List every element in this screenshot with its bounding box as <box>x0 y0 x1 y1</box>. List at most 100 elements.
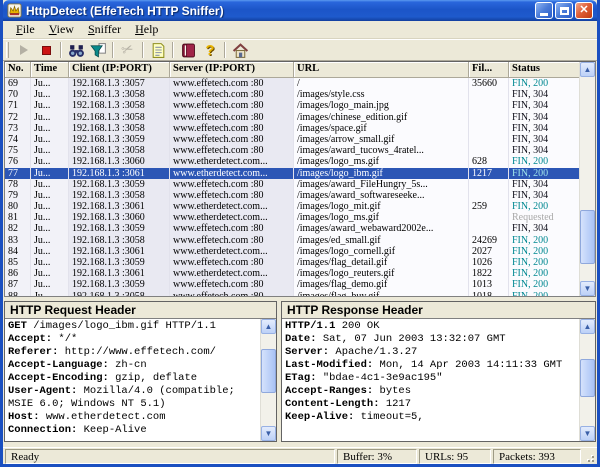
cell-status: FIN, 304 <box>509 100 579 111</box>
column-header-client[interactable]: Client (IP:PORT) <box>69 62 170 78</box>
cell-client: 192.168.1.3 :3061 <box>69 246 170 257</box>
response-panel-title: HTTP Response Header <box>282 302 595 319</box>
cell-file: 24269 <box>469 235 509 246</box>
find-icon <box>68 42 85 59</box>
table-row[interactable]: 75Ju...192.168.1.3 :3058www.effetech.com… <box>5 145 595 156</box>
scroll-down-arrow-icon[interactable]: ▼ <box>580 426 595 441</box>
cell-server: www.etherdetect.com... <box>170 268 294 279</box>
titlebar[interactable]: HttpDetect (EffeTech HTTP Sniffer) ✕ <box>3 0 597 21</box>
maximize-button[interactable] <box>555 2 573 19</box>
cell-client: 192.168.1.3 :3058 <box>69 291 170 297</box>
cell-file <box>469 112 509 123</box>
table-row[interactable]: 86Ju...192.168.1.3 :3061www.etherdetect.… <box>5 268 595 279</box>
cell-no: 82 <box>5 223 31 234</box>
response-vertical-scrollbar[interactable]: ▲ ▼ <box>579 319 595 441</box>
table-row[interactable]: 88Ju...192.168.1.3 :3058www.effetech.com… <box>5 291 595 297</box>
scroll-up-arrow-icon[interactable]: ▲ <box>580 319 595 334</box>
filter-button[interactable] <box>87 40 109 60</box>
cut-button[interactable]: ✂ <box>117 40 139 60</box>
table-row[interactable]: 82Ju...192.168.1.3 :3059www.effetech.com… <box>5 223 595 234</box>
table-row[interactable]: 87Ju...192.168.1.3 :3059www.effetech.com… <box>5 279 595 290</box>
column-header-filesize[interactable]: Fil... <box>469 62 509 78</box>
table-scroll-thumb[interactable] <box>580 210 595 264</box>
table-row[interactable]: 85Ju...192.168.1.3 :3059www.effetech.com… <box>5 257 595 268</box>
table-row[interactable]: 77Ju...192.168.1.3 :3061www.etherdetect.… <box>5 168 595 179</box>
status-urls: URLs: 95 <box>419 449 491 464</box>
request-vertical-scrollbar[interactable]: ▲ ▼ <box>260 319 276 441</box>
cell-url: /images/logo_main.jpg <box>294 100 469 111</box>
column-header-status[interactable]: Status <box>509 62 579 78</box>
cell-server: www.effetech.com :80 <box>170 89 294 100</box>
cell-status: FIN, 200 <box>509 201 579 212</box>
cell-status: FIN, 304 <box>509 179 579 190</box>
table-row[interactable]: 81Ju...192.168.1.3 :3060www.etherdetect.… <box>5 212 595 223</box>
cell-client: 192.168.1.3 :3059 <box>69 179 170 190</box>
cell-url: /images/ed_small.gif <box>294 235 469 246</box>
cell-time: Ju... <box>31 123 69 134</box>
response-header-panel: HTTP Response Header HTTP/1.1 200 OKDate… <box>281 301 596 442</box>
play-button[interactable] <box>13 40 35 60</box>
header-line: GET /images/logo_ibm.gif HTTP/1.1 <box>8 320 257 333</box>
stop-button[interactable] <box>35 40 57 60</box>
statusbar: Ready Buffer: 3% URLs: 95 Packets: 393 <box>3 447 597 464</box>
column-header-server[interactable]: Server (IP:PORT) <box>170 62 294 78</box>
cell-time: Ju... <box>31 112 69 123</box>
table-row[interactable]: 78Ju...192.168.1.3 :3059www.effetech.com… <box>5 179 595 190</box>
cell-no: 77 <box>5 168 31 179</box>
scroll-down-arrow-icon[interactable]: ▼ <box>261 426 276 441</box>
cell-server: www.etherdetect.com... <box>170 212 294 223</box>
toolbar-grip[interactable] <box>6 42 9 58</box>
minimize-button[interactable] <box>535 2 553 19</box>
response-scroll-thumb[interactable] <box>580 359 595 397</box>
book-button[interactable] <box>177 40 199 60</box>
cell-no: 86 <box>5 268 31 279</box>
cell-file <box>469 223 509 234</box>
scroll-down-arrow-icon[interactable]: ▼ <box>580 281 595 296</box>
menu-file[interactable]: File <box>9 21 42 38</box>
close-button[interactable]: ✕ <box>575 2 593 19</box>
cell-client: 192.168.1.3 :3058 <box>69 123 170 134</box>
cell-status: FIN, 200 <box>509 156 579 167</box>
cell-time: Ju... <box>31 201 69 212</box>
scroll-up-arrow-icon[interactable]: ▲ <box>261 319 276 334</box>
table-row[interactable]: 71Ju...192.168.1.3 :3058www.effetech.com… <box>5 100 595 111</box>
table-row[interactable]: 76Ju...192.168.1.3 :3060www.etherdetect.… <box>5 156 595 167</box>
table-row[interactable]: 83Ju...192.168.1.3 :3058www.effetech.com… <box>5 235 595 246</box>
cell-file: 1217 <box>469 168 509 179</box>
home-button[interactable] <box>229 40 251 60</box>
resize-grip[interactable] <box>583 450 595 463</box>
toolbar: ✂ ? <box>3 39 597 61</box>
cell-client: 192.168.1.3 :3058 <box>69 89 170 100</box>
table-row[interactable]: 79Ju...192.168.1.3 :3058www.effetech.com… <box>5 190 595 201</box>
window-title: HttpDetect (EffeTech HTTP Sniffer) <box>26 4 535 18</box>
app-icon <box>7 3 22 18</box>
cell-file: 628 <box>469 156 509 167</box>
table-row[interactable]: 70Ju...192.168.1.3 :3058www.effetech.com… <box>5 89 595 100</box>
table-row[interactable]: 74Ju...192.168.1.3 :3059www.effetech.com… <box>5 134 595 145</box>
log-button[interactable] <box>147 40 169 60</box>
menu-view[interactable]: View <box>42 21 81 38</box>
request-scroll-thumb[interactable] <box>261 349 276 393</box>
table-row[interactable]: 73Ju...192.168.1.3 :3058www.effetech.com… <box>5 123 595 134</box>
help-button[interactable]: ? <box>199 40 221 60</box>
menu-help[interactable]: Help <box>128 21 165 38</box>
table-row[interactable]: 84Ju...192.168.1.3 :3061www.etherdetect.… <box>5 246 595 257</box>
menu-sniffer[interactable]: Sniffer <box>81 21 128 38</box>
cell-server: www.effetech.com :80 <box>170 223 294 234</box>
cell-server: www.effetech.com :80 <box>170 179 294 190</box>
column-header-url[interactable]: URL <box>294 62 469 78</box>
find-button[interactable] <box>65 40 87 60</box>
cell-file: 35660 <box>469 78 509 89</box>
cell-server: www.effetech.com :80 <box>170 78 294 89</box>
column-header-no[interactable]: No. <box>5 62 31 78</box>
cell-url: /images/style.css <box>294 89 469 100</box>
scroll-up-arrow-icon[interactable]: ▲ <box>580 62 595 77</box>
cell-client: 192.168.1.3 :3061 <box>69 201 170 212</box>
toolbar-separator <box>142 42 144 58</box>
table-row[interactable]: 69Ju...192.168.1.3 :3057www.effetech.com… <box>5 78 595 89</box>
table-vertical-scrollbar[interactable]: ▲ ▼ <box>579 62 595 296</box>
table-row[interactable]: 72Ju...192.168.1.3 :3058www.effetech.com… <box>5 112 595 123</box>
column-header-time[interactable]: Time <box>31 62 69 78</box>
table-row[interactable]: 80Ju...192.168.1.3 :3061www.etherdetect.… <box>5 201 595 212</box>
cell-server: www.effetech.com :80 <box>170 257 294 268</box>
